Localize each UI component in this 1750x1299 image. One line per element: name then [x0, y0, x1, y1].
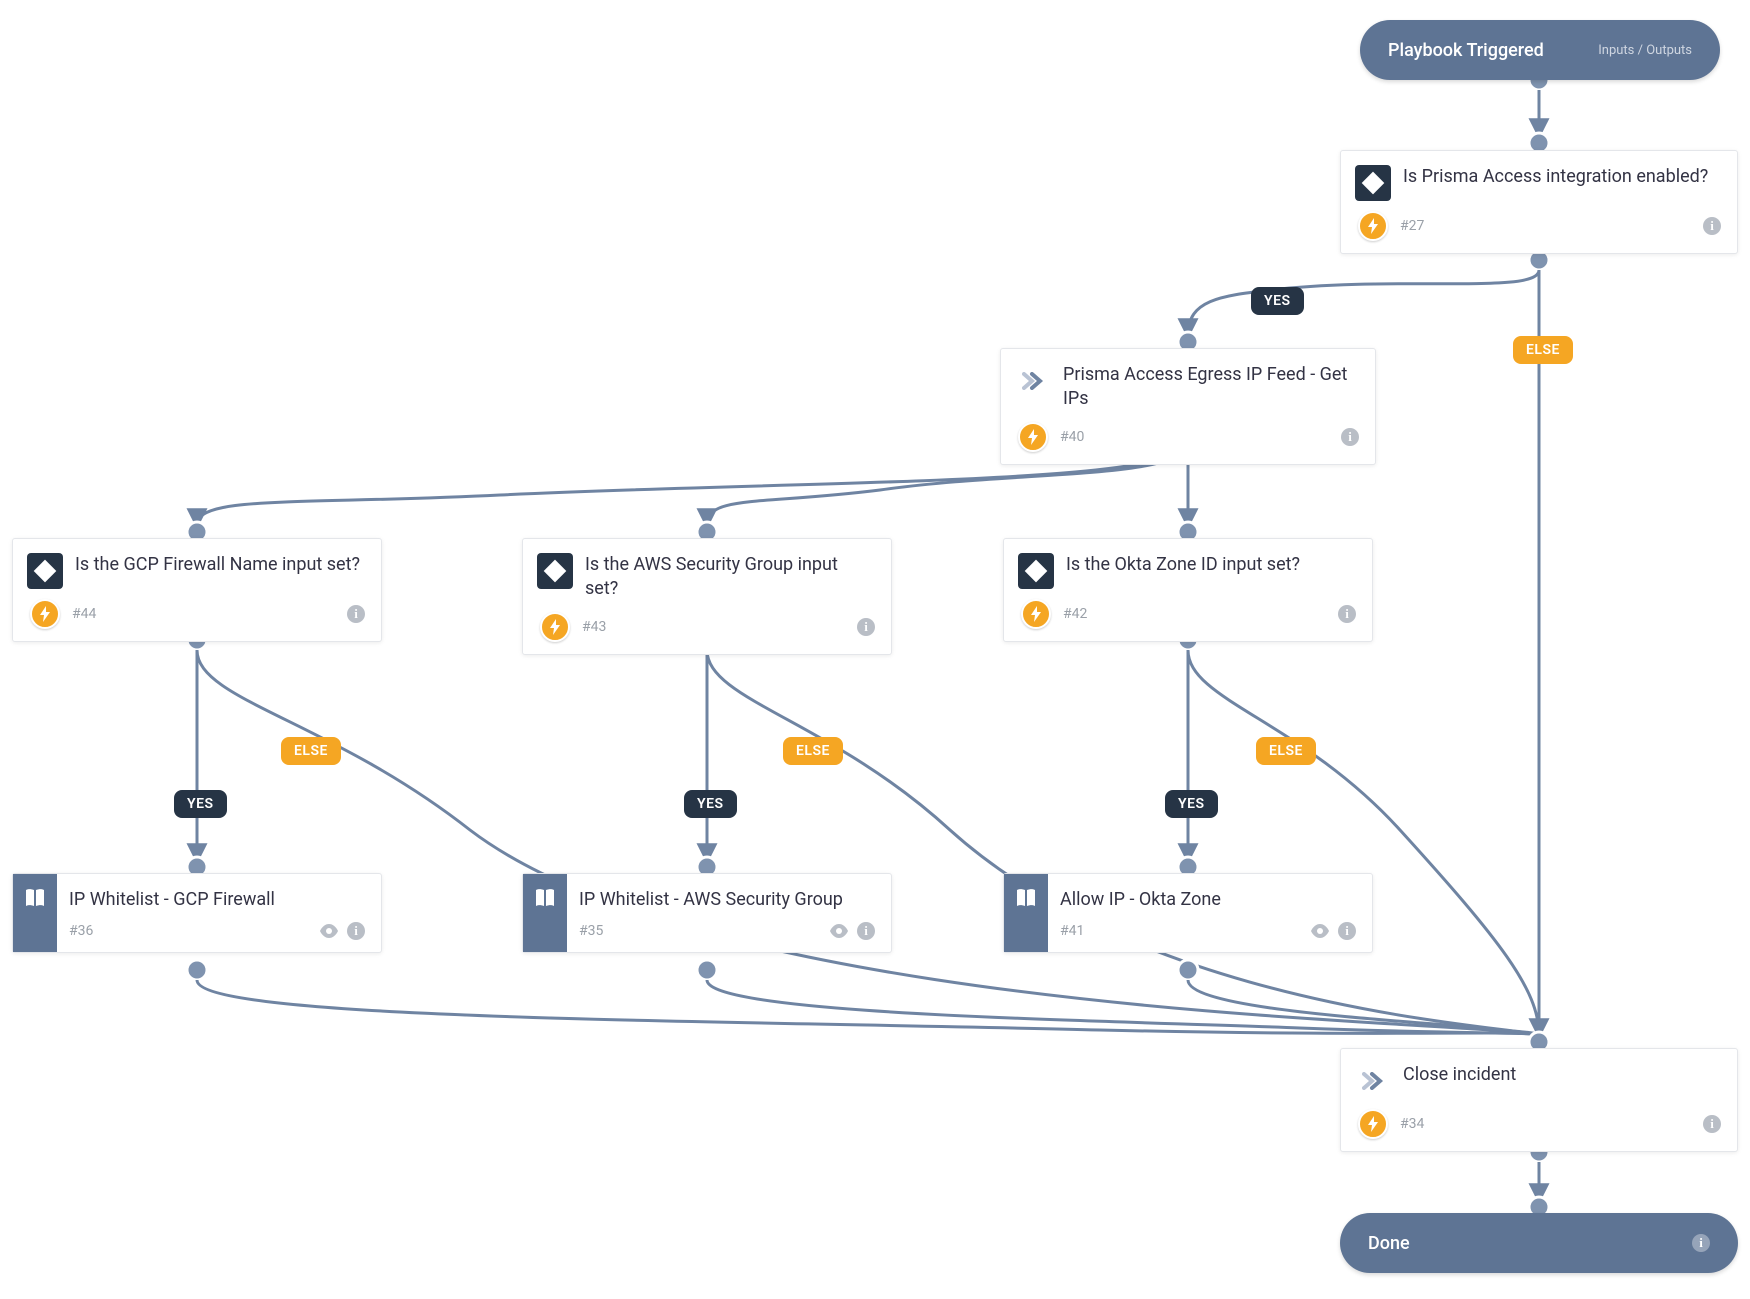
task-number: #34 — [1388, 1116, 1703, 1132]
eye-icon[interactable] — [1310, 924, 1330, 938]
condition-icon — [537, 553, 573, 589]
lightning-icon — [1018, 422, 1048, 452]
task-okta-zone-check[interactable]: Is the Okta Zone ID input set? #42 i — [1003, 538, 1373, 642]
task-number: #43 — [570, 619, 857, 635]
info-icon[interactable]: i — [857, 618, 875, 636]
task-title: Is the AWS Security Group input set? — [585, 553, 873, 602]
edge-label-else: ELSE — [281, 737, 341, 765]
trigger-io-label[interactable]: Inputs / Outputs — [1598, 43, 1692, 58]
lightning-icon — [540, 612, 570, 642]
info-icon[interactable]: i — [1341, 428, 1359, 446]
task-title: Is the GCP Firewall Name input set? — [75, 553, 363, 577]
task-get-ips[interactable]: Prisma Access Egress IP Feed - Get IPs #… — [1000, 348, 1376, 465]
task-title: Is the Okta Zone ID input set? — [1066, 553, 1354, 577]
task-number: #44 — [60, 606, 347, 622]
chevron-icon — [1015, 363, 1051, 399]
info-icon[interactable]: i — [347, 605, 365, 623]
condition-icon — [27, 553, 63, 589]
task-number: #35 — [579, 923, 829, 939]
playbook-trigger[interactable]: Playbook Triggered Inputs / Outputs — [1360, 20, 1720, 80]
playbook-icon — [1004, 874, 1048, 952]
eye-icon[interactable] — [319, 924, 339, 938]
task-title: Prisma Access Egress IP Feed - Get IPs — [1063, 363, 1357, 412]
lightning-icon — [1358, 211, 1388, 241]
edge-label-yes: YES — [1251, 287, 1304, 315]
task-number: #27 — [1388, 218, 1703, 234]
info-icon[interactable]: i — [1338, 605, 1356, 623]
task-close-incident[interactable]: Close incident #34 i — [1340, 1048, 1738, 1152]
task-gcp-firewall-check[interactable]: Is the GCP Firewall Name input set? #44 … — [12, 538, 382, 642]
task-title: Is Prisma Access integration enabled? — [1403, 165, 1719, 189]
edge-label-yes: YES — [684, 790, 737, 818]
eye-icon[interactable] — [829, 924, 849, 938]
condition-icon — [1355, 165, 1391, 201]
info-icon[interactable]: i — [857, 922, 875, 940]
info-icon[interactable]: i — [1703, 217, 1721, 235]
task-title: Allow IP - Okta Zone — [1060, 888, 1354, 912]
edge-label-else: ELSE — [783, 737, 843, 765]
edge-label-yes: YES — [1165, 790, 1218, 818]
lightning-icon — [30, 599, 60, 629]
task-title: Close incident — [1403, 1063, 1719, 1087]
lightning-icon — [1021, 599, 1051, 629]
task-allow-ip-okta[interactable]: Allow IP - Okta Zone #41 i — [1003, 873, 1373, 953]
task-number: #42 — [1051, 606, 1338, 622]
info-icon[interactable]: i — [347, 922, 365, 940]
edge-label-else: ELSE — [1513, 336, 1573, 364]
info-icon[interactable]: i — [1338, 922, 1356, 940]
trigger-title: Playbook Triggered — [1388, 40, 1544, 61]
task-aws-sg-check[interactable]: Is the AWS Security Group input set? #43… — [522, 538, 892, 655]
task-title: IP Whitelist - AWS Security Group — [579, 888, 873, 912]
playbook-icon — [13, 874, 57, 952]
edge-label-else: ELSE — [1256, 737, 1316, 765]
task-title: IP Whitelist - GCP Firewall — [69, 888, 363, 912]
condition-icon — [1018, 553, 1054, 589]
task-number: #40 — [1048, 429, 1341, 445]
task-ip-whitelist-aws[interactable]: IP Whitelist - AWS Security Group #35 i — [522, 873, 892, 953]
lightning-icon — [1358, 1109, 1388, 1139]
task-is-prisma-enabled[interactable]: Is Prisma Access integration enabled? #2… — [1340, 150, 1738, 254]
playbook-icon — [523, 874, 567, 952]
task-number: #41 — [1060, 923, 1310, 939]
edge-label-yes: YES — [174, 790, 227, 818]
task-ip-whitelist-gcp[interactable]: IP Whitelist - GCP Firewall #36 i — [12, 873, 382, 953]
info-icon[interactable]: i — [1692, 1234, 1710, 1252]
done-label: Done — [1368, 1233, 1410, 1254]
task-number: #36 — [69, 923, 319, 939]
info-icon[interactable]: i — [1703, 1115, 1721, 1133]
playbook-done[interactable]: Done i — [1340, 1213, 1738, 1273]
chevron-icon — [1355, 1063, 1391, 1099]
